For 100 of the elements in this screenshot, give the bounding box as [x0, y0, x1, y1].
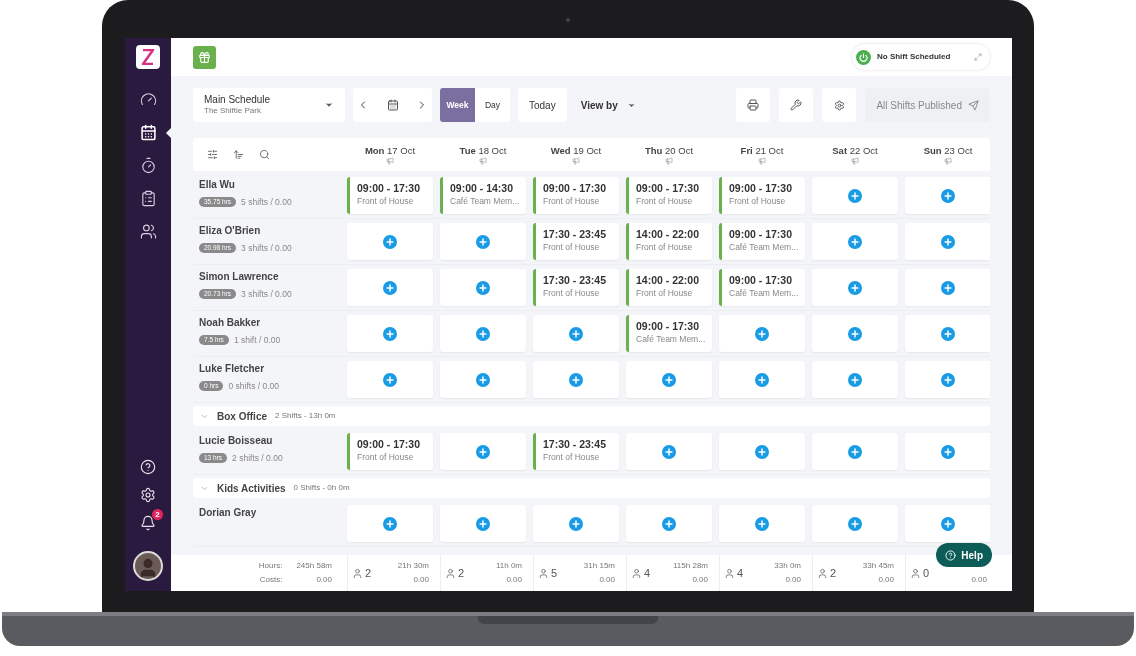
shift-card[interactable]: 09:00 - 17:30 Front of House — [347, 177, 433, 214]
shift-card[interactable]: 09:00 - 17:30 Front of House — [719, 177, 805, 214]
empty-slot[interactable] — [812, 505, 898, 542]
empty-slot[interactable] — [347, 223, 433, 260]
empty-slot[interactable] — [347, 505, 433, 542]
shift-card[interactable]: 09:00 - 17:30 Front of House — [347, 433, 433, 470]
empty-slot[interactable] — [719, 433, 805, 470]
add-shift-icon[interactable] — [755, 326, 769, 341]
empty-slot[interactable] — [812, 433, 898, 470]
clipboard-icon[interactable] — [139, 190, 157, 207]
add-shift-icon[interactable] — [476, 326, 490, 341]
add-shift-icon[interactable] — [383, 234, 397, 249]
add-shift-icon[interactable] — [848, 188, 862, 203]
shift-card[interactable]: 09:00 - 17:30 Café Team Mem... — [719, 269, 805, 306]
add-shift-icon[interactable] — [755, 516, 769, 531]
empty-slot[interactable] — [812, 223, 898, 260]
group-header[interactable]: Kids Activities 0 Shifts - 0h 0m — [193, 478, 990, 498]
shift-card[interactable]: 09:00 - 14:30 Café Team Mem... — [440, 177, 526, 214]
wrench-button[interactable] — [779, 88, 814, 122]
settings-button[interactable] — [822, 88, 857, 122]
empty-slot[interactable] — [719, 505, 805, 542]
empty-slot[interactable] — [440, 505, 526, 542]
empty-slot[interactable] — [347, 315, 433, 352]
add-shift-icon[interactable] — [941, 188, 955, 203]
add-shift-icon[interactable] — [476, 280, 490, 295]
empty-slot[interactable] — [347, 361, 433, 398]
empty-slot[interactable] — [812, 361, 898, 398]
empty-slot[interactable] — [533, 315, 619, 352]
add-shift-icon[interactable] — [941, 444, 955, 459]
calendar-icon[interactable] — [386, 99, 399, 111]
megaphone-icon[interactable] — [758, 156, 766, 165]
add-shift-icon[interactable] — [662, 516, 676, 531]
megaphone-icon[interactable] — [665, 156, 673, 165]
timer-icon[interactable] — [139, 157, 157, 174]
settings-icon[interactable] — [140, 487, 156, 503]
empty-slot[interactable] — [626, 505, 712, 542]
empty-slot[interactable] — [812, 269, 898, 306]
empty-slot[interactable] — [812, 177, 898, 214]
add-shift-icon[interactable] — [848, 444, 862, 459]
shift-card[interactable]: 17:30 - 23:45 Front of House — [533, 269, 619, 306]
empty-slot[interactable] — [905, 223, 990, 260]
schedule-dropdown[interactable]: Main Schedule The Shiftie Park — [193, 88, 345, 122]
bell-icon[interactable] — [140, 515, 156, 531]
empty-slot[interactable] — [533, 361, 619, 398]
avatar[interactable] — [133, 551, 163, 581]
add-shift-icon[interactable] — [848, 516, 862, 531]
empty-slot[interactable] — [347, 269, 433, 306]
empty-slot[interactable] — [905, 505, 990, 542]
add-shift-icon[interactable] — [383, 516, 397, 531]
empty-slot[interactable] — [812, 315, 898, 352]
add-shift-icon[interactable] — [848, 372, 862, 387]
shift-card[interactable]: 14:00 - 22:00 Front of House — [626, 269, 712, 306]
empty-slot[interactable] — [626, 361, 712, 398]
add-shift-icon[interactable] — [569, 326, 583, 341]
help-icon[interactable] — [140, 459, 156, 475]
shift-card[interactable]: 09:00 - 17:30 Café Team Mem... — [626, 315, 712, 352]
gauge-icon[interactable] — [139, 91, 157, 108]
add-shift-icon[interactable] — [569, 372, 583, 387]
sort-icon[interactable] — [233, 149, 244, 160]
add-shift-icon[interactable] — [383, 372, 397, 387]
empty-slot[interactable] — [905, 315, 990, 352]
add-shift-icon[interactable] — [941, 234, 955, 249]
add-shift-icon[interactable] — [383, 326, 397, 341]
empty-slot[interactable] — [440, 269, 526, 306]
add-shift-icon[interactable] — [941, 372, 955, 387]
view-by-dropdown[interactable]: View by — [574, 88, 642, 122]
team-icon[interactable] — [139, 223, 157, 240]
add-shift-icon[interactable] — [941, 326, 955, 341]
empty-slot[interactable] — [440, 433, 526, 470]
empty-slot[interactable] — [440, 315, 526, 352]
add-shift-icon[interactable] — [383, 280, 397, 295]
empty-slot[interactable] — [719, 315, 805, 352]
add-shift-icon[interactable] — [476, 372, 490, 387]
empty-slot[interactable] — [440, 223, 526, 260]
shift-card[interactable]: 09:00 - 17:30 Front of House — [626, 177, 712, 214]
status-pill[interactable]: No Shift Scheduled — [852, 44, 990, 70]
add-shift-icon[interactable] — [569, 516, 583, 531]
add-shift-icon[interactable] — [848, 326, 862, 341]
add-shift-icon[interactable] — [662, 444, 676, 459]
help-button[interactable]: Help — [936, 543, 992, 567]
megaphone-icon[interactable] — [386, 156, 394, 165]
add-shift-icon[interactable] — [941, 280, 955, 295]
empty-slot[interactable] — [626, 433, 712, 470]
shift-card[interactable]: 17:30 - 23:45 Front of House — [533, 223, 619, 260]
shift-card[interactable]: 09:00 - 17:30 Front of House — [533, 177, 619, 214]
add-shift-icon[interactable] — [476, 444, 490, 459]
empty-slot[interactable] — [905, 433, 990, 470]
megaphone-icon[interactable] — [572, 156, 580, 165]
add-shift-icon[interactable] — [848, 234, 862, 249]
empty-slot[interactable] — [905, 177, 990, 214]
add-shift-icon[interactable] — [941, 516, 955, 531]
add-shift-icon[interactable] — [662, 372, 676, 387]
today-button[interactable]: Today — [518, 88, 567, 122]
search-icon[interactable] — [259, 149, 270, 160]
empty-slot[interactable] — [905, 361, 990, 398]
add-shift-icon[interactable] — [476, 234, 490, 249]
shift-card[interactable]: 09:00 - 17:30 Café Team Mem... — [719, 223, 805, 260]
group-header[interactable]: Box Office 2 Shifts - 13h 0m — [193, 406, 990, 426]
empty-slot[interactable] — [533, 505, 619, 542]
empty-slot[interactable] — [719, 361, 805, 398]
